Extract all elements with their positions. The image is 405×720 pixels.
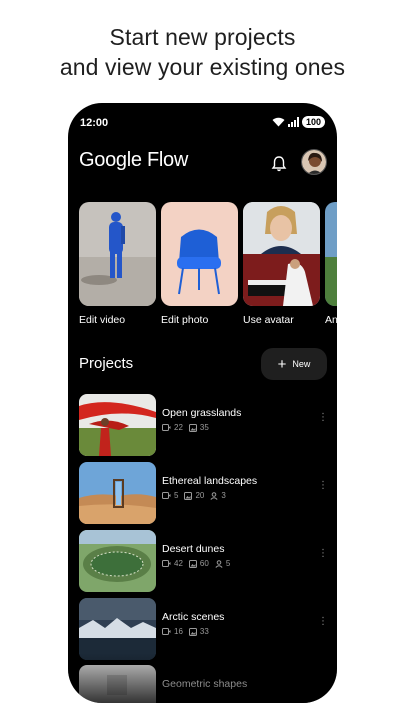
project-title: Geometric shapes: [162, 678, 248, 690]
image-icon: [188, 627, 197, 636]
image-count-value: 60: [199, 559, 209, 568]
project-stats: 5 20 3: [162, 491, 226, 500]
marketing-headline: Start new projects and view your existin…: [0, 22, 405, 82]
new-project-button[interactable]: + New: [261, 348, 327, 380]
video-icon: [162, 492, 171, 499]
image-icon: [188, 559, 197, 568]
project-title: Desert dunes: [162, 543, 225, 555]
project-thumbnail: [79, 530, 156, 592]
image-count: 60: [188, 559, 209, 568]
edit-video-thumbnail: [79, 202, 156, 306]
image-count: 33: [188, 627, 209, 636]
video-count: 22: [162, 423, 183, 432]
image-icon: [184, 491, 193, 500]
plus-icon: +: [277, 355, 287, 373]
project-thumbnail: [79, 598, 156, 660]
person-icon: [210, 491, 218, 500]
project-item-arctic-scenes[interactable]: Arctic scenes 16 33 ⋮: [79, 598, 328, 660]
project-thumbnail: [79, 462, 156, 524]
status-time: 12:00: [80, 117, 109, 129]
project-item-open-grasslands[interactable]: Open grasslands 22 35 ⋮: [79, 394, 328, 456]
headline-line-2: and view your existing ones: [59, 54, 346, 80]
image-count-value: 33: [199, 627, 209, 636]
project-stats: 22 35: [162, 423, 209, 432]
project-title: Ethereal landscapes: [162, 475, 258, 487]
quick-action-use-avatar[interactable]: Use avatar: [243, 202, 320, 326]
app-title: Google Flow: [79, 149, 188, 171]
quick-action-edit-photo[interactable]: Edit photo: [161, 202, 238, 326]
video-count: 5: [162, 491, 178, 500]
video-count-value: 22: [174, 423, 183, 432]
quick-action-label: Edit photo: [161, 314, 209, 326]
video-count: 16: [162, 627, 183, 636]
video-icon: [162, 560, 171, 567]
headline-line-1: Start new projects: [109, 24, 296, 50]
phone-frame: 12:00 100 Google Flow Edit video Edit ph…: [68, 103, 337, 703]
image-count-value: 20: [195, 491, 205, 500]
project-thumbnail: [79, 394, 156, 456]
quick-action-label: Edit video: [79, 314, 126, 326]
quick-action-label: An: [325, 314, 337, 326]
people-count: 3: [210, 491, 226, 500]
project-stats: 42 60 5: [162, 559, 230, 568]
new-project-label: New: [292, 359, 311, 369]
notification-bell-icon[interactable]: [271, 155, 287, 173]
quick-actions-row: Edit video Edit photo Use avatar An: [79, 202, 337, 332]
project-thumbnail: [79, 665, 156, 703]
more-options-icon[interactable]: ⋮: [318, 617, 328, 627]
image-count: 20: [184, 491, 204, 500]
more-options-icon[interactable]: ⋮: [318, 413, 328, 423]
edit-photo-thumbnail: [161, 202, 238, 306]
image-count-value: 35: [199, 423, 209, 432]
project-title: Arctic scenes: [162, 611, 225, 623]
project-item-ethereal-landscapes[interactable]: Ethereal landscapes 5 20 3 ⋮: [79, 462, 328, 524]
video-icon: [162, 424, 171, 431]
projects-heading: Projects: [79, 355, 134, 372]
people-count: 5: [215, 559, 230, 568]
video-count-value: 42: [174, 559, 183, 568]
quick-action-edit-video[interactable]: Edit video: [79, 202, 156, 326]
image-count: 35: [188, 423, 209, 432]
people-count-value: 5: [225, 559, 231, 568]
video-count-value: 5: [174, 491, 179, 500]
partial-action-thumbnail: [325, 202, 337, 306]
person-icon: [215, 559, 223, 568]
app-screen: 12:00 100 Google Flow Edit video Edit ph…: [68, 103, 337, 703]
project-item-desert-dunes[interactable]: Desert dunes 42 60 5 ⋮: [79, 530, 328, 592]
video-count: 42: [162, 559, 183, 568]
use-avatar-thumbnail: [243, 202, 320, 306]
battery-indicator: 100: [301, 116, 325, 128]
signal-icon: [287, 117, 299, 127]
status-icons: 100: [272, 116, 325, 128]
quick-action-partial[interactable]: An: [325, 202, 337, 326]
project-item-geometric-shapes[interactable]: Geometric shapes: [79, 665, 327, 703]
wifi-icon: [272, 117, 285, 127]
status-bar: 12:00 100: [80, 116, 325, 131]
project-stats: 16 33: [162, 627, 209, 636]
project-title: Open grasslands: [162, 407, 242, 419]
image-icon: [188, 423, 197, 432]
video-icon: [162, 628, 171, 635]
more-options-icon[interactable]: ⋮: [318, 481, 328, 491]
profile-avatar[interactable]: [301, 149, 327, 175]
quick-action-label: Use avatar: [243, 314, 294, 326]
more-options-icon[interactable]: ⋮: [318, 549, 328, 559]
video-count-value: 16: [174, 627, 183, 636]
people-count-value: 3: [221, 491, 226, 500]
